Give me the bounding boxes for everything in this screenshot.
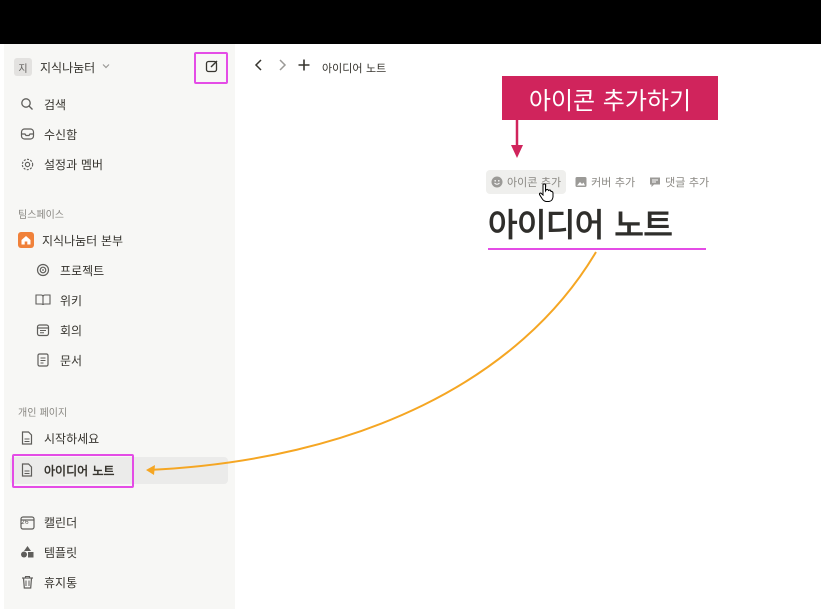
sidebar-item-docs[interactable]: 문서 — [34, 345, 265, 375]
sidebar-item-label: 휴지통 — [44, 575, 78, 590]
private-section-label: 개인 페이지 — [18, 408, 68, 419]
workspace-badge: 지 — [14, 58, 32, 76]
image-icon — [575, 176, 587, 188]
sidebar-item-label: 검색 — [44, 97, 67, 112]
calendar-list-icon — [34, 321, 52, 339]
sidebar-item-wiki[interactable]: 위키 — [34, 285, 265, 315]
page-title[interactable]: 아이디어 노트 — [488, 200, 673, 246]
sidebar-item-label: 캘린더 — [44, 515, 78, 530]
add-cover-button[interactable]: 커버 추가 — [570, 170, 640, 194]
plus-icon — [297, 58, 311, 76]
smiley-icon — [491, 176, 503, 188]
sidebar-item-inbox[interactable]: 수신함 — [18, 119, 249, 149]
sidebar-item-meeting[interactable]: 회의 — [34, 315, 265, 345]
add-comment-button[interactable]: 댓글 추가 — [644, 170, 714, 194]
add-cover-label: 커버 추가 — [591, 176, 636, 189]
inbox-icon — [18, 125, 36, 143]
sidebar-item-label: 프로젝트 — [60, 263, 105, 278]
sidebar-item-label: 수신함 — [44, 127, 78, 142]
sidebar-item-trash[interactable]: 휴지통 — [18, 567, 249, 597]
back-button[interactable] — [253, 58, 265, 76]
add-comment-label: 댓글 추가 — [665, 176, 710, 189]
sidebar-item-getting-started[interactable]: 시작하세요 — [18, 423, 249, 453]
trash-icon — [18, 573, 36, 591]
add-icon-button[interactable]: 아이콘 추가 — [486, 170, 567, 194]
gear-icon — [18, 155, 36, 173]
search-icon — [18, 95, 36, 113]
workspace-switcher[interactable]: 지 지식나눔터 — [14, 52, 194, 82]
sidebar-item-label: 위키 — [60, 293, 83, 308]
sidebar-item-search[interactable]: 검색 — [18, 89, 249, 119]
new-page-highlight — [194, 52, 228, 84]
page-header-actions: 아이콘 추가 커버 추가 댓글 추가 — [486, 170, 718, 194]
annotation-callout: 아이콘 추가하기 — [502, 76, 718, 120]
document-icon — [34, 351, 52, 369]
sidebar-item-calendar[interactable]: 26 캘린더 — [18, 507, 249, 537]
chevron-right-icon — [276, 58, 288, 76]
sidebar-item-label: 시작하세요 — [44, 431, 100, 446]
sidebar-item-label: 설정과 멤버 — [44, 157, 104, 172]
chevron-left-icon — [253, 58, 265, 76]
add-page-button[interactable] — [297, 58, 311, 76]
breadcrumb[interactable]: 아이디어 노트 — [322, 60, 386, 76]
sidebar-item-label: 지식나눔터 본부 — [42, 233, 124, 248]
title-highlight-underline — [488, 248, 706, 250]
idea-note-highlight — [12, 454, 134, 488]
chevron-down-icon — [101, 61, 111, 74]
sidebar-item-teamspace[interactable]: 지식나눔터 본부 — [18, 225, 249, 255]
target-icon — [34, 261, 52, 279]
top-black-bar — [0, 0, 821, 44]
comment-icon — [649, 176, 661, 188]
sidebar-item-label: 회의 — [60, 323, 83, 338]
sidebar: 지 지식나눔터 검색 수신함 설정과 멤버 팀스페이스 지식나눔터 본부 프로젝… — [4, 44, 235, 609]
page-icon — [18, 429, 36, 447]
sidebar-item-project[interactable]: 프로젝트 — [34, 255, 265, 285]
sidebar-item-settings[interactable]: 설정과 멤버 — [18, 149, 249, 179]
home-icon — [18, 232, 34, 248]
shapes-icon — [18, 543, 36, 561]
sidebar-item-label: 템플릿 — [44, 545, 78, 560]
calendar-date-badge: 26 — [21, 519, 29, 526]
book-icon — [34, 291, 52, 309]
page-canvas — [235, 44, 821, 609]
forward-button[interactable] — [276, 58, 288, 76]
workspace-name: 지식나눔터 — [40, 60, 96, 75]
sidebar-item-templates[interactable]: 템플릿 — [18, 537, 249, 567]
teamspace-section-label: 팀스페이스 — [18, 210, 64, 221]
sidebar-item-label: 문서 — [60, 353, 83, 368]
calendar-icon: 26 — [18, 513, 36, 531]
